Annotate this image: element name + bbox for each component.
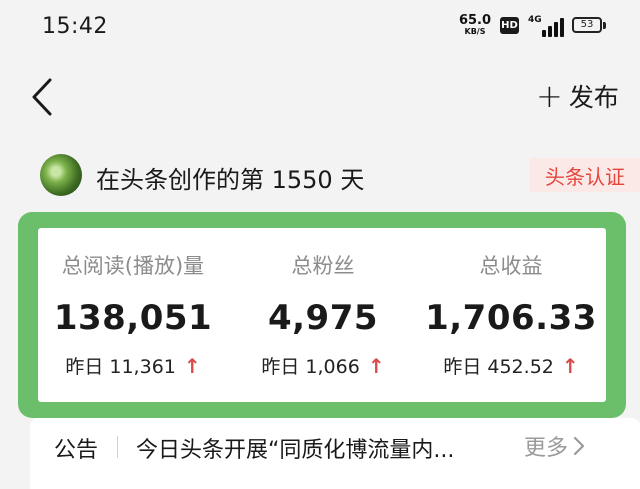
plus-icon: + (536, 77, 563, 115)
signal-icon: 4G (528, 15, 564, 37)
network-speed-value: 65.0 (458, 13, 492, 28)
stat-total-followers[interactable]: 总粉丝 4,975 昨日 1,066 ↑ (228, 228, 418, 402)
stat-yesterday-value: 昨日 452.52 (443, 356, 554, 378)
stat-yesterday: 昨日 1,066 ↑ (228, 352, 418, 379)
publish-label: 发布 (568, 83, 619, 112)
creation-days-text: 在头条创作的第 1550 天 (96, 166, 365, 194)
status-time: 15:42 (42, 14, 108, 39)
stat-total-reads[interactable]: 总阅读(播放)量 138,051 昨日 11,361 ↑ (38, 228, 228, 402)
arrow-up-icon: ↑ (561, 353, 579, 378)
stat-yesterday: 昨日 452.52 ↑ (416, 352, 606, 379)
stat-value: 4,975 (267, 298, 379, 338)
stat-value: 138,051 (53, 298, 213, 338)
divider (117, 436, 118, 458)
arrow-up-icon: ↑ (183, 353, 201, 378)
stat-value: 1,706.33 (425, 298, 597, 338)
chevron-right-icon (573, 436, 585, 456)
stat-label: 总粉丝 (291, 254, 355, 278)
certification-badge[interactable]: 头条认证 (530, 158, 640, 192)
announcement-row[interactable]: 公告 今日头条开展“同质化博流量内... 更多 (30, 418, 640, 489)
more-label: 更多 (524, 436, 569, 461)
arrow-up-icon: ↑ (367, 353, 385, 378)
battery-icon: 53 (572, 17, 602, 33)
stats-panel: 总阅读(播放)量 138,051 昨日 11,361 ↑ 总粉丝 4,975 昨… (38, 228, 606, 402)
status-bar: 15:42 65.0 KB/S HD 4G 53 (0, 0, 640, 56)
stat-yesterday-value: 昨日 11,361 (65, 356, 176, 378)
chevron-left-icon (32, 78, 52, 116)
battery-tip (603, 22, 606, 29)
network-speed-unit: KB/S (464, 27, 486, 36)
network-speed: 65.0 KB/S (458, 14, 492, 36)
network-type: 4G (528, 15, 542, 25)
stat-yesterday-value: 昨日 1,066 (261, 356, 360, 378)
stats-card: 总阅读(播放)量 138,051 昨日 11,361 ↑ 总粉丝 4,975 昨… (18, 212, 626, 418)
stat-total-earnings[interactable]: 总收益 1,706.33 昨日 452.52 ↑ (416, 228, 606, 402)
more-button[interactable]: 更多 (524, 430, 586, 462)
stat-label: 总阅读(播放)量 (61, 254, 205, 278)
stat-yesterday: 昨日 11,361 ↑ (38, 352, 228, 379)
creator-row: 在头条创作的第 1550 天 头条认证 (40, 152, 640, 200)
announcement-text[interactable]: 今日头条开展“同质化博流量内... (136, 432, 454, 464)
back-button[interactable] (24, 74, 64, 120)
stat-label: 总收益 (479, 254, 543, 278)
hd-icon: HD (500, 17, 519, 34)
announcement-label: 公告 (54, 438, 99, 463)
publish-button[interactable]: + 发布 (536, 76, 619, 116)
avatar[interactable] (40, 154, 82, 196)
